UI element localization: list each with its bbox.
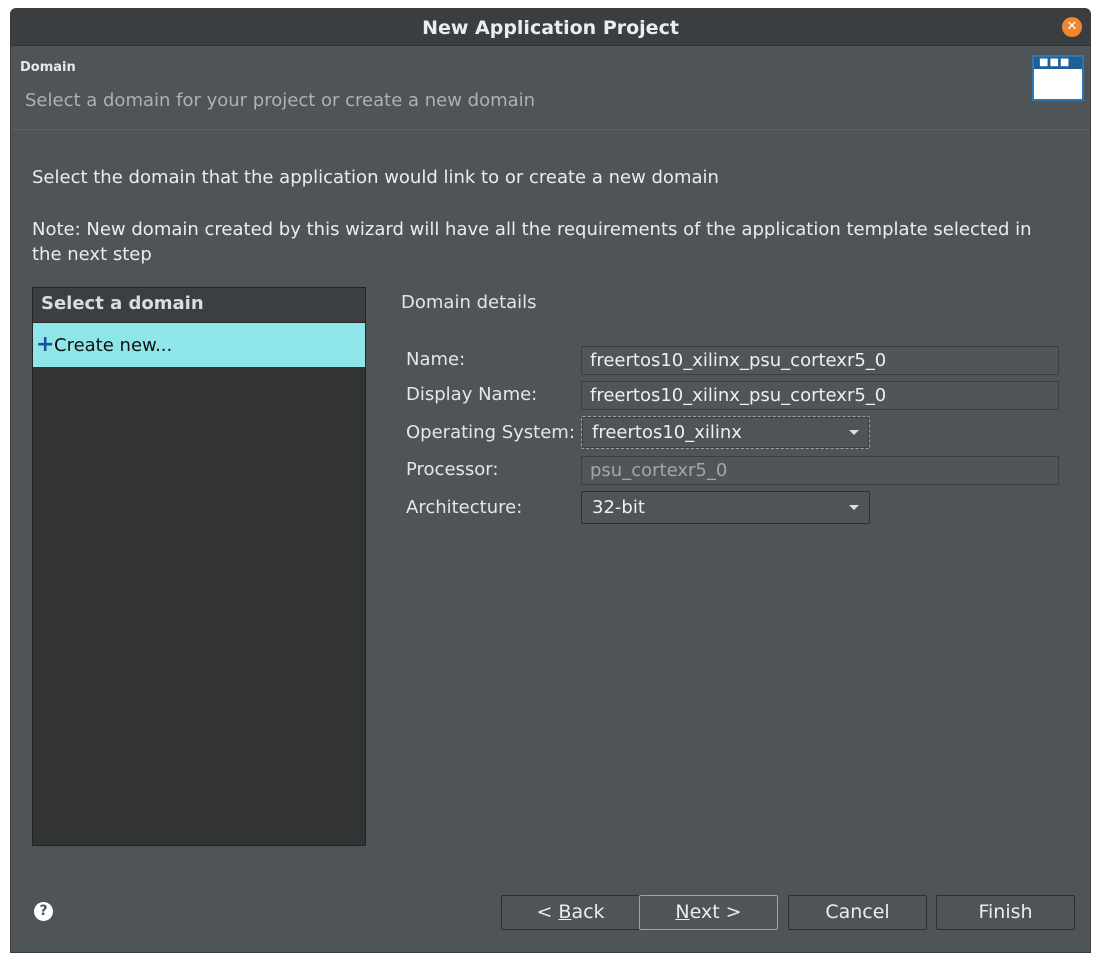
- close-icon[interactable]: ✕: [1062, 17, 1082, 37]
- domain-item-create-new[interactable]: +Create new...: [33, 323, 365, 367]
- architecture-select-value: 32-bit: [592, 497, 645, 518]
- page-description: Select a domain for your project or crea…: [25, 90, 536, 111]
- help-icon[interactable]: ?: [34, 902, 53, 921]
- cancel-button[interactable]: Cancel: [788, 895, 927, 930]
- chevron-down-icon: [849, 505, 859, 510]
- header-divider: [11, 129, 1090, 130]
- architecture-select[interactable]: 32-bit: [581, 491, 870, 524]
- back-button-rest: ack: [571, 901, 605, 923]
- plus-icon: +: [36, 332, 55, 357]
- os-select-value: freertos10_xilinx: [592, 422, 742, 443]
- note-text: Note: New domain created by this wizard …: [32, 219, 1032, 265]
- back-button[interactable]: < Back: [501, 895, 640, 930]
- title-bar[interactable]: New Application Project ✕: [11, 9, 1090, 46]
- page-title: Domain: [20, 60, 76, 75]
- os-select[interactable]: freertos10_xilinx: [581, 416, 870, 449]
- back-button-prefix: <: [536, 901, 559, 923]
- name-label: Name:: [406, 349, 466, 370]
- wizard-header: Domain Select a domain for your project …: [11, 46, 1090, 126]
- dialog-title: New Application Project: [422, 17, 679, 39]
- display-name-field[interactable]: freertos10_xilinx_psu_cortexr5_0: [581, 381, 1059, 410]
- domain-list[interactable]: Select a domain +Create new...: [32, 287, 366, 846]
- next-button[interactable]: Next >: [639, 895, 778, 930]
- instruction-text: Select the domain that the application w…: [32, 167, 719, 188]
- architecture-label: Architecture:: [406, 497, 523, 518]
- display-name-label: Display Name:: [406, 384, 538, 405]
- wizard-dialog: New Application Project ✕ Domain Select …: [10, 8, 1091, 953]
- next-button-rest: ext >: [689, 901, 742, 923]
- os-label: Operating System:: [406, 422, 575, 443]
- back-button-mnemonic: B: [558, 901, 572, 923]
- name-field[interactable]: freertos10_xilinx_psu_cortexr5_0: [581, 346, 1059, 375]
- next-button-mnemonic: N: [675, 901, 690, 923]
- chevron-down-icon: [849, 430, 859, 435]
- domain-details-title: Domain details: [401, 292, 537, 313]
- domain-item-label: Create new...: [54, 335, 173, 356]
- domain-list-header: Select a domain: [33, 288, 365, 323]
- processor-label: Processor:: [406, 459, 499, 480]
- processor-field: psu_cortexr5_0: [581, 456, 1059, 485]
- finish-button[interactable]: Finish: [936, 895, 1075, 930]
- wizard-banner-icon: ■■■: [1032, 55, 1084, 101]
